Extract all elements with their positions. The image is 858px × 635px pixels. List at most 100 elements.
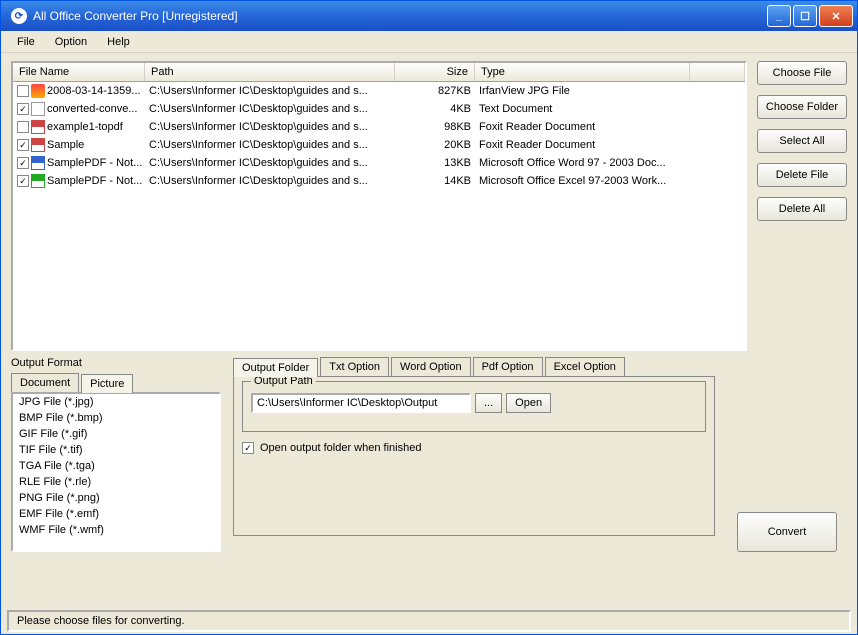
- choose-file-button[interactable]: Choose File: [757, 61, 847, 85]
- file-type: Foxit Reader Document: [475, 120, 690, 134]
- convert-button[interactable]: Convert: [737, 512, 837, 552]
- body-area: File Name Path Size Type 2008-03-14-1359…: [1, 53, 857, 610]
- output-format-label: Output Format: [11, 357, 221, 369]
- file-path: C:\Users\Informer IC\Desktop\guides and …: [145, 84, 395, 98]
- tab-document[interactable]: Document: [11, 373, 79, 392]
- menu-option[interactable]: Option: [45, 33, 97, 51]
- format-item[interactable]: TIF File (*.tif): [13, 442, 219, 458]
- file-size: 4KB: [395, 102, 475, 116]
- top-row: File Name Path Size Type 2008-03-14-1359…: [11, 61, 847, 351]
- file-name: SamplePDF - Not...: [47, 157, 142, 169]
- open-button[interactable]: Open: [506, 393, 551, 413]
- open-when-finished-label: Open output folder when finished: [260, 442, 421, 454]
- format-item[interactable]: EMF File (*.emf): [13, 506, 219, 522]
- tab-picture[interactable]: Picture: [81, 374, 133, 393]
- table-row[interactable]: 2008-03-14-1359... C:\Users\Informer IC\D…: [13, 82, 745, 100]
- format-list[interactable]: JPG File (*.jpg)BMP File (*.bmp)GIF File…: [11, 392, 221, 552]
- format-item[interactable]: JPG File (*.jpg): [13, 394, 219, 410]
- file-list[interactable]: File Name Path Size Type 2008-03-14-1359…: [11, 61, 747, 351]
- file-icon: [31, 156, 45, 170]
- minimize-button[interactable]: _: [767, 5, 791, 27]
- delete-file-button[interactable]: Delete File: [757, 163, 847, 187]
- list-body: 2008-03-14-1359... C:\Users\Informer IC\D…: [13, 82, 745, 349]
- file-type: IrfanView JPG File: [475, 84, 690, 98]
- file-path: C:\Users\Informer IC\Desktop\guides and …: [145, 174, 395, 188]
- menu-file[interactable]: File: [7, 33, 45, 51]
- col-filename[interactable]: File Name: [13, 63, 145, 81]
- open-when-finished-checkbox[interactable]: ✓: [242, 442, 254, 454]
- option-tabs: Output Folder Txt Option Word Option Pdf…: [233, 357, 715, 376]
- file-icon: [31, 138, 45, 152]
- menu-help[interactable]: Help: [97, 33, 140, 51]
- menubar: File Option Help: [1, 31, 857, 53]
- col-spacer: [690, 63, 745, 81]
- window-title: All Office Converter Pro [Unregistered]: [33, 9, 767, 23]
- row-checkbox[interactable]: ✓: [17, 103, 29, 115]
- format-item[interactable]: TGA File (*.tga): [13, 458, 219, 474]
- titlebar: ⟳ All Office Converter Pro [Unregistered…: [1, 1, 857, 31]
- format-tabs: Document Picture: [11, 373, 221, 392]
- file-path: C:\Users\Informer IC\Desktop\guides and …: [145, 138, 395, 152]
- side-buttons: Choose File Choose Folder Select All Del…: [757, 61, 847, 351]
- file-size: 13KB: [395, 156, 475, 170]
- format-item[interactable]: BMP File (*.bmp): [13, 410, 219, 426]
- list-header: File Name Path Size Type: [13, 63, 745, 82]
- row-checkbox[interactable]: ✓: [17, 157, 29, 169]
- file-type: Microsoft Office Excel 97-2003 Work...: [475, 174, 690, 188]
- choose-folder-button[interactable]: Choose Folder: [757, 95, 847, 119]
- format-item[interactable]: RLE File (*.rle): [13, 474, 219, 490]
- tab-excel-option[interactable]: Excel Option: [545, 357, 625, 376]
- select-all-button[interactable]: Select All: [757, 129, 847, 153]
- file-name: Sample: [47, 139, 84, 151]
- row-checkbox[interactable]: [17, 85, 29, 97]
- file-icon: [31, 102, 45, 116]
- output-group: Output Path ... Open ✓ Open output folde…: [233, 376, 715, 536]
- col-size[interactable]: Size: [395, 63, 475, 81]
- app-icon: ⟳: [11, 8, 27, 24]
- file-name: SamplePDF - Not...: [47, 175, 142, 187]
- file-icon: [31, 174, 45, 188]
- output-format-panel: Output Format Document Picture JPG File …: [11, 357, 221, 552]
- file-icon: [31, 84, 45, 98]
- statusbar: Please choose files for converting.: [7, 610, 851, 632]
- app-window: ⟳ All Office Converter Pro [Unregistered…: [0, 0, 858, 635]
- format-item[interactable]: PNG File (*.png): [13, 490, 219, 506]
- browse-button[interactable]: ...: [475, 393, 502, 413]
- close-button[interactable]: ✕: [819, 5, 853, 27]
- file-name: example1-topdf: [47, 121, 123, 133]
- file-path: C:\Users\Informer IC\Desktop\guides and …: [145, 102, 395, 116]
- file-name: converted-conve...: [47, 103, 138, 115]
- file-type: Foxit Reader Document: [475, 138, 690, 152]
- table-row[interactable]: ✓ SamplePDF - Not...C:\Users\Informer IC\…: [13, 154, 745, 172]
- file-path: C:\Users\Informer IC\Desktop\guides and …: [145, 120, 395, 134]
- file-type: Text Document: [475, 102, 690, 116]
- table-row[interactable]: ✓ Sample C:\Users\Informer IC\Desktop\guid…: [13, 136, 745, 154]
- table-row[interactable]: ✓ SamplePDF - Not...C:\Users\Informer IC\…: [13, 172, 745, 190]
- file-size: 14KB: [395, 174, 475, 188]
- col-type[interactable]: Type: [475, 63, 690, 81]
- output-path-input[interactable]: [251, 393, 471, 413]
- tab-output-folder[interactable]: Output Folder: [233, 358, 318, 377]
- file-type: Microsoft Office Word 97 - 2003 Doc...: [475, 156, 690, 170]
- open-when-finished-row: ✓ Open output folder when finished: [242, 442, 706, 454]
- tab-pdf-option[interactable]: Pdf Option: [473, 357, 543, 376]
- format-item[interactable]: GIF File (*.gif): [13, 426, 219, 442]
- file-path: C:\Users\Informer IC\Desktop\guides and …: [145, 156, 395, 170]
- tab-word-option[interactable]: Word Option: [391, 357, 471, 376]
- row-checkbox[interactable]: ✓: [17, 139, 29, 151]
- window-controls: _ ☐ ✕: [767, 5, 853, 27]
- file-size: 20KB: [395, 138, 475, 152]
- col-path[interactable]: Path: [145, 63, 395, 81]
- table-row[interactable]: example1-topdf C:\Users\Informer IC\Deskt…: [13, 118, 745, 136]
- options-panel: Output Folder Txt Option Word Option Pdf…: [233, 357, 715, 552]
- tab-txt-option[interactable]: Txt Option: [320, 357, 389, 376]
- row-checkbox[interactable]: [17, 121, 29, 133]
- format-item[interactable]: WMF File (*.wmf): [13, 522, 219, 538]
- file-size: 98KB: [395, 120, 475, 134]
- maximize-button[interactable]: ☐: [793, 5, 817, 27]
- delete-all-button[interactable]: Delete All: [757, 197, 847, 221]
- row-checkbox[interactable]: ✓: [17, 175, 29, 187]
- table-row[interactable]: ✓ converted-conve... C:\Users\Informer IC\…: [13, 100, 745, 118]
- file-name: 2008-03-14-1359...: [47, 85, 141, 97]
- path-row: ... Open: [251, 393, 697, 413]
